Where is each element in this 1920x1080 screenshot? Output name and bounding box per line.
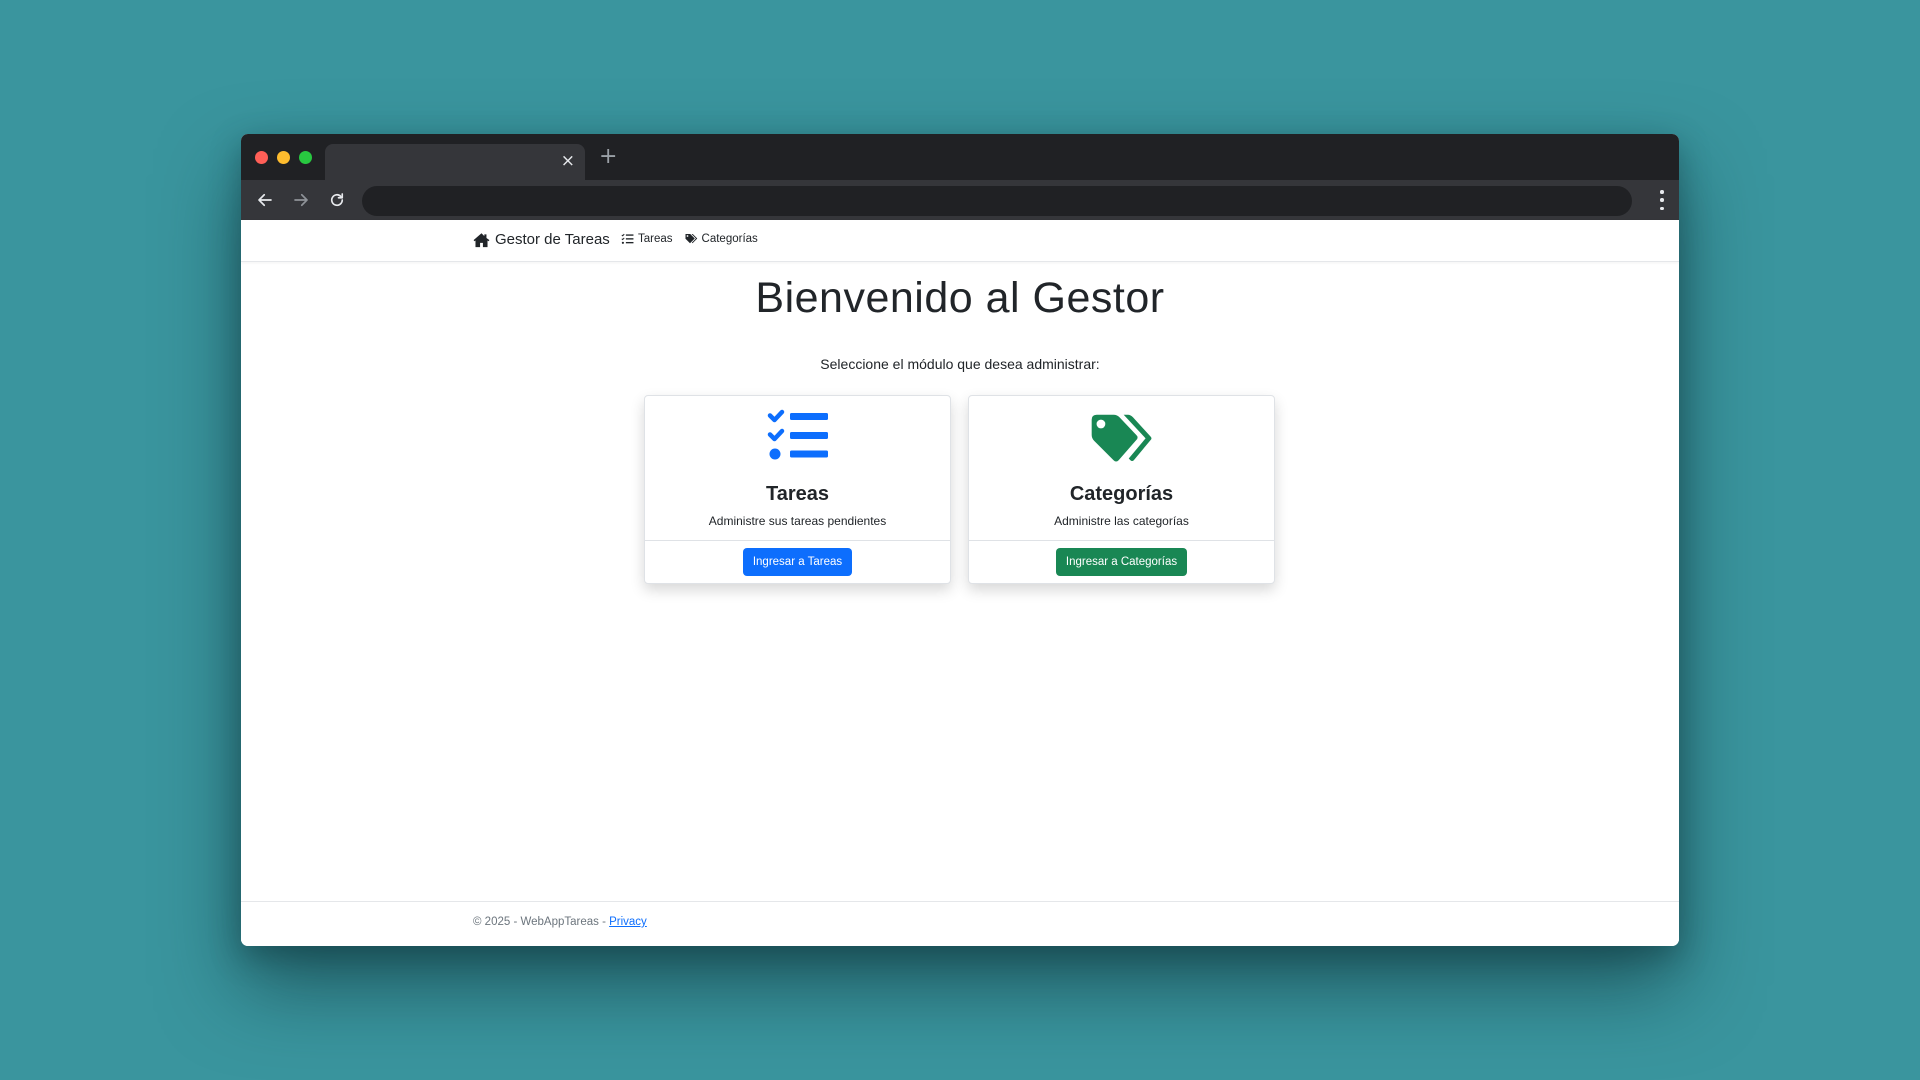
privacy-link[interactable]: Privacy bbox=[609, 916, 647, 928]
browser-toolbar bbox=[241, 180, 1679, 220]
page-subtitle: Seleccione el módulo que desea administr… bbox=[820, 356, 1100, 372]
copyright-text: © 2025 - WebAppTareas - bbox=[473, 916, 610, 928]
maximize-window-button[interactable] bbox=[299, 151, 312, 164]
reload-icon[interactable] bbox=[325, 188, 349, 212]
browser-titlebar: × + bbox=[241, 134, 1679, 180]
card-description: Administre las categorías bbox=[1054, 514, 1189, 528]
back-arrow-icon[interactable] bbox=[253, 188, 277, 212]
tab-close-icon[interactable]: × bbox=[561, 151, 575, 171]
page-title: Bienvenido al Gestor bbox=[755, 274, 1165, 322]
browser-window: × + Gestor de Tareas Tareas Categorías B… bbox=[241, 134, 1679, 946]
nav-links: Tareas Categorías bbox=[621, 233, 758, 245]
minimize-window-button[interactable] bbox=[277, 151, 290, 164]
page-content: Gestor de Tareas Tareas Categorías Bienv… bbox=[241, 220, 1679, 946]
card-tareas: Tareas Administre sus tareas pendientes … bbox=[644, 395, 951, 584]
home-icon bbox=[473, 232, 490, 247]
card-description: Administre sus tareas pendientes bbox=[708, 514, 887, 528]
ingresar-categorias-button[interactable]: Ingresar a Categorías bbox=[1055, 548, 1188, 576]
card-title: Tareas bbox=[765, 483, 829, 505]
close-window-button[interactable] bbox=[255, 151, 268, 164]
ingresar-tareas-button[interactable]: Ingresar a Tareas bbox=[742, 548, 853, 576]
browser-tab[interactable]: × bbox=[325, 144, 585, 180]
list-check-icon bbox=[767, 409, 828, 460]
brand-label: Gestor de Tareas bbox=[495, 231, 610, 248]
card-title: Categorías bbox=[1069, 483, 1174, 505]
card-footer: Ingresar a Categorías bbox=[969, 540, 1274, 583]
nav-link-label: Tareas bbox=[638, 233, 673, 245]
tags-icon bbox=[685, 234, 697, 244]
new-tab-icon[interactable]: + bbox=[599, 146, 617, 168]
card-footer: Ingresar a Tareas bbox=[645, 540, 950, 583]
page-footer: © 2025 - WebAppTareas - Privacy bbox=[241, 901, 1679, 946]
window-controls bbox=[255, 151, 312, 164]
card-categorias: Categorías Administre las categorías Ing… bbox=[968, 395, 1275, 584]
browser-menu-icon[interactable] bbox=[1659, 190, 1665, 210]
forward-arrow-icon[interactable] bbox=[289, 188, 313, 212]
brand-link[interactable]: Gestor de Tareas bbox=[473, 231, 610, 248]
list-check-icon bbox=[621, 233, 634, 244]
nav-link-tareas[interactable]: Tareas bbox=[621, 233, 673, 245]
nav-link-label: Categorías bbox=[701, 233, 758, 245]
tags-icon bbox=[1091, 414, 1151, 462]
footer-text: © 2025 - WebAppTareas - Privacy bbox=[473, 916, 647, 928]
top-navbar: Gestor de Tareas Tareas Categorías bbox=[241, 220, 1679, 262]
address-bar[interactable] bbox=[362, 186, 1632, 216]
nav-link-categorias[interactable]: Categorías bbox=[685, 233, 758, 245]
